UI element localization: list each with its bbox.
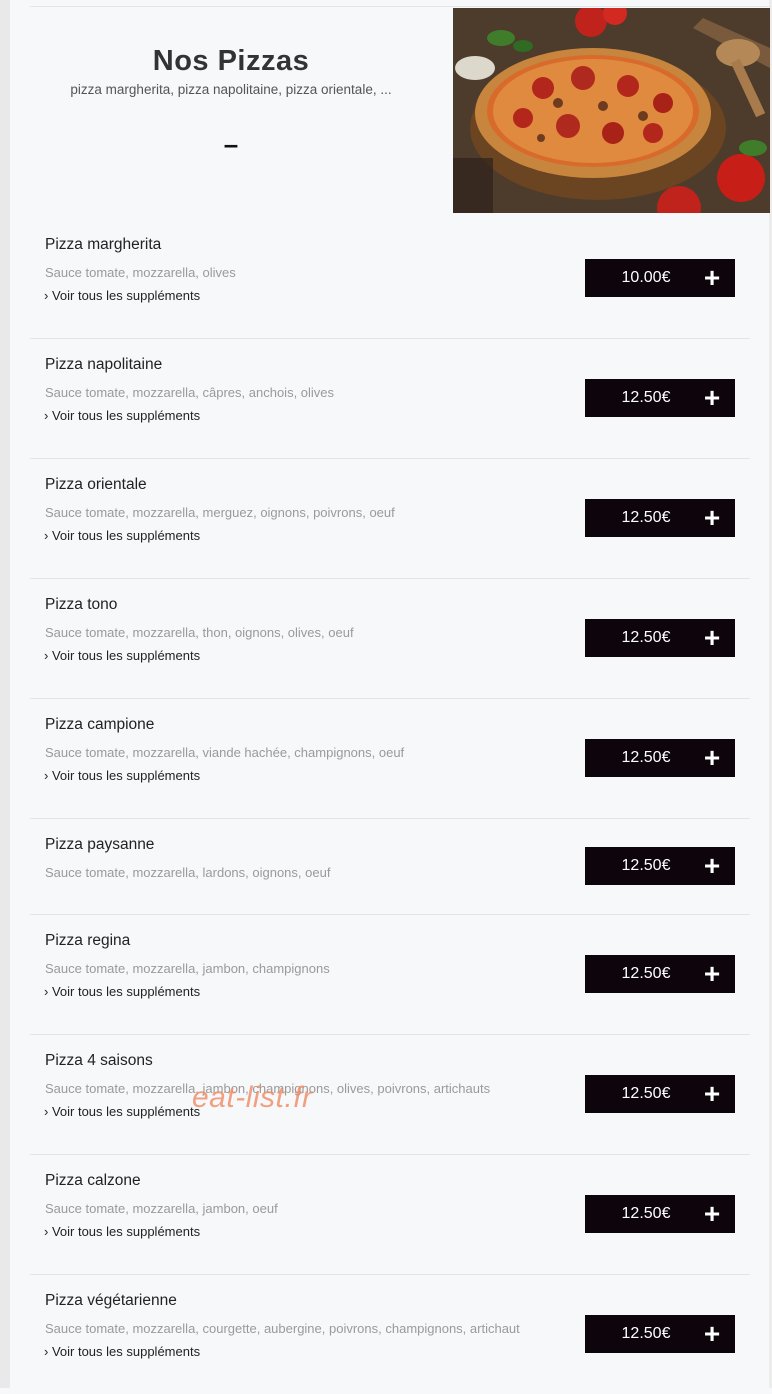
- add-to-cart-button[interactable]: 10.00€ +: [585, 259, 735, 297]
- item-price: 10.00€: [621, 269, 671, 286]
- plus-icon: +: [703, 850, 721, 881]
- add-to-cart-button[interactable]: 12.50€ +: [585, 499, 735, 537]
- menu-item: Pizza calzone Sauce tomate, mozzarella, …: [30, 1155, 750, 1275]
- add-to-cart-button[interactable]: 12.50€ +: [585, 1315, 735, 1353]
- menu-item-list: Pizza margherita Sauce tomate, mozzarell…: [30, 219, 770, 1394]
- item-price: 12.50€: [621, 1205, 671, 1222]
- item-name: Pizza calzone: [45, 1172, 141, 1189]
- plus-icon: +: [703, 622, 721, 653]
- plus-icon: +: [703, 502, 721, 533]
- supplements-link[interactable]: › Voir tous les suppléments: [44, 648, 200, 663]
- add-to-cart-button[interactable]: 12.50€ +: [585, 739, 735, 777]
- supplements-link[interactable]: › Voir tous les suppléments: [44, 1104, 200, 1119]
- supplements-link[interactable]: › Voir tous les suppléments: [44, 984, 200, 999]
- plus-icon: +: [703, 382, 721, 413]
- item-description: Sauce tomate, mozzarella, lardons, oigno…: [45, 865, 331, 880]
- item-name: Pizza napolitaine: [45, 356, 163, 373]
- item-name: Pizza orientale: [45, 476, 147, 493]
- item-price: 12.50€: [621, 389, 671, 406]
- menu-item: Pizza margherita Sauce tomate, mozzarell…: [30, 219, 750, 339]
- add-to-cart-button[interactable]: 12.50€ +: [585, 379, 735, 417]
- menu-item: Pizza regina Sauce tomate, mozzarella, j…: [30, 915, 750, 1035]
- supplements-link[interactable]: › Voir tous les suppléments: [44, 768, 200, 783]
- item-price: 12.50€: [621, 1085, 671, 1102]
- item-price: 12.50€: [621, 629, 671, 646]
- item-price: 12.50€: [621, 509, 671, 526]
- supplements-link[interactable]: › Voir tous les suppléments: [44, 1344, 200, 1359]
- menu-item: Pizza 4 saisons Sauce tomate, mozzarella…: [30, 1035, 750, 1155]
- item-description: Sauce tomate, mozzarella, courgette, aub…: [45, 1321, 520, 1336]
- item-price: 12.50€: [621, 965, 671, 982]
- page-title: Nos Pizzas: [152, 45, 310, 77]
- pizza-hero-image: [453, 8, 770, 213]
- plus-icon: +: [703, 958, 721, 989]
- add-to-cart-button[interactable]: 12.50€ +: [585, 1075, 735, 1113]
- item-name: Pizza campione: [45, 716, 155, 733]
- add-to-cart-button[interactable]: 12.50€ +: [585, 955, 735, 993]
- page-subtitle: pizza margherita, pizza napolitaine, piz…: [70, 82, 392, 97]
- add-to-cart-button[interactable]: 12.50€ +: [585, 619, 735, 657]
- item-description: Sauce tomate, mozzarella, merguez, oigno…: [45, 505, 395, 520]
- item-name: Pizza regina: [45, 932, 131, 949]
- item-description: Sauce tomate, mozzarella, thon, oignons,…: [45, 625, 354, 640]
- plus-icon: +: [703, 742, 721, 773]
- supplements-link[interactable]: › Voir tous les suppléments: [44, 528, 200, 543]
- item-name: Pizza tono: [45, 596, 118, 613]
- menu-item: Pizza campione Sauce tomate, mozzarella,…: [30, 699, 750, 819]
- item-price: 12.50€: [621, 1325, 671, 1342]
- plus-icon: +: [703, 262, 721, 293]
- item-description: Sauce tomate, mozzarella, jambon, champi…: [45, 1081, 491, 1096]
- item-price: 12.50€: [621, 857, 671, 874]
- item-name: Pizza paysanne: [45, 836, 155, 853]
- supplements-link[interactable]: › Voir tous les suppléments: [44, 288, 200, 303]
- plus-icon: +: [703, 1318, 721, 1349]
- header-text: Nos Pizzas pizza margherita, pizza napol…: [30, 7, 432, 219]
- menu-item: Pizza végétarienne Sauce tomate, mozzare…: [30, 1275, 750, 1394]
- menu-header: Nos Pizzas pizza margherita, pizza napol…: [30, 6, 770, 219]
- title-separator: –: [223, 129, 239, 159]
- item-description: Sauce tomate, mozzarella, jambon, champi…: [45, 961, 330, 976]
- plus-icon: +: [703, 1198, 721, 1229]
- menu-page: Nos Pizzas pizza margherita, pizza napol…: [30, 0, 770, 1388]
- supplements-link[interactable]: › Voir tous les suppléments: [44, 408, 200, 423]
- item-description: Sauce tomate, mozzarella, viande hachée,…: [45, 745, 405, 760]
- supplements-link[interactable]: › Voir tous les suppléments: [44, 1224, 200, 1239]
- plus-icon: +: [703, 1078, 721, 1109]
- item-name: Pizza végétarienne: [45, 1292, 177, 1309]
- item-name: Pizza 4 saisons: [45, 1052, 153, 1069]
- menu-item: Pizza napolitaine Sauce tomate, mozzarel…: [30, 339, 750, 459]
- item-name: Pizza margherita: [45, 236, 162, 253]
- item-price: 12.50€: [621, 749, 671, 766]
- add-to-cart-button[interactable]: 12.50€ +: [585, 847, 735, 885]
- menu-item: Pizza orientale Sauce tomate, mozzarella…: [30, 459, 750, 579]
- item-description: Sauce tomate, mozzarella, olives: [45, 265, 236, 280]
- item-description: Sauce tomate, mozzarella, câpres, anchoi…: [45, 385, 335, 400]
- item-description: Sauce tomate, mozzarella, jambon, oeuf: [45, 1201, 278, 1216]
- menu-item: Pizza tono Sauce tomate, mozzarella, tho…: [30, 579, 750, 699]
- add-to-cart-button[interactable]: 12.50€ +: [585, 1195, 735, 1233]
- left-gutter: [0, 0, 10, 1388]
- menu-item: Pizza paysanne Sauce tomate, mozzarella,…: [30, 819, 750, 915]
